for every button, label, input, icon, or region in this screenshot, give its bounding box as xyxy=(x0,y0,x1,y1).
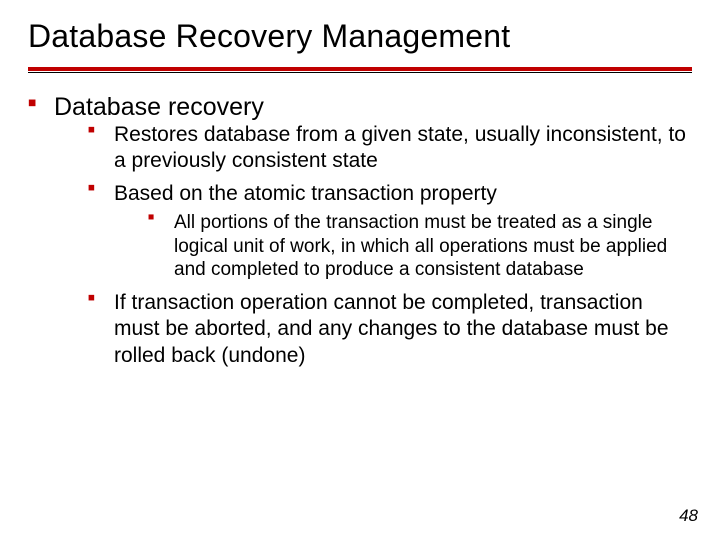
bullet-l2: Based on the atomic transaction property… xyxy=(88,181,692,283)
bullet-l1-text: Database recovery xyxy=(54,93,264,121)
bullet-l2a-text: Restores database from a given state, us… xyxy=(114,123,686,172)
bullet-l2c-text: If transaction operation cannot be compl… xyxy=(114,291,669,367)
bullet-l1: Database recovery Restores database from… xyxy=(28,93,692,369)
bullet-l3: All portions of the transaction must be … xyxy=(148,211,692,282)
slide-title: Database Recovery Management xyxy=(0,0,720,61)
page-number: 48 xyxy=(679,506,698,526)
slide: Database Recovery Management Database re… xyxy=(0,0,720,540)
slide-content: Database recovery Restores database from… xyxy=(0,77,720,369)
bullet-l2b-text: Based on the atomic transaction property xyxy=(114,182,497,205)
bullet-l2: Restores database from a given state, us… xyxy=(88,122,692,175)
title-rule xyxy=(28,67,692,77)
bullet-l2: If transaction operation cannot be compl… xyxy=(88,290,692,369)
bullet-l3a-text: All portions of the transaction must be … xyxy=(174,212,667,281)
